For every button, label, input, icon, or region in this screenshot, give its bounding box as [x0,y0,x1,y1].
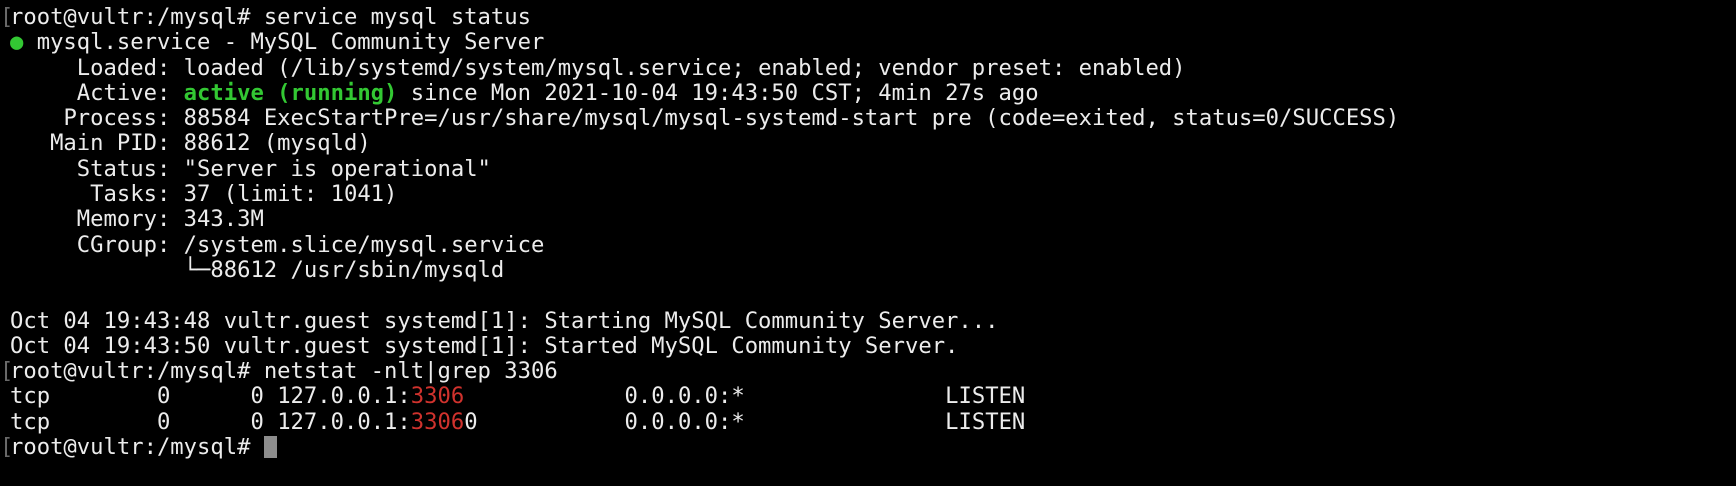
loaded-value: loaded (/lib/systemd/system/mysql.servic… [183,55,1186,81]
process-line: Process: 88584 ExecStartPre=/usr/share/m… [10,104,1399,132]
tasks-value: 37 (limit: 1041) [183,181,398,207]
process-value: 88584 ExecStartPre=/usr/share/mysql/mysq… [183,105,1400,131]
prompt: root@vultr:/mysql# [10,434,251,460]
loaded-line: Loaded: loaded (/lib/systemd/system/mysq… [10,54,1186,82]
status-dot-icon: ● [10,29,24,55]
grep-match: 3306 [410,409,465,435]
process-label: Process: [63,105,171,131]
cgroup-line: CGroup: /system.slice/mysql.service [10,231,545,259]
memory-label: Memory: [76,206,171,232]
netstat-port-rest: 0 [464,409,478,435]
terminal-window[interactable]: [ root@vultr:/mysql# service mysql statu… [0,0,1736,486]
tasks-line: Tasks: 37 (limit: 1041) [10,180,397,208]
cgroup-label: CGroup: [76,232,171,258]
prompt-line-1: root@vultr:/mysql# service mysql status [10,3,531,31]
netstat-foreign-addr: 0.0.0.0:* [624,383,745,409]
journal-line: Oct 04 19:43:48 vultr.guest systemd[1]: … [10,308,999,334]
netstat-local-addr: 127.0.0.1: [277,383,411,409]
prompt-line-3: root@vultr:/mysql# [10,433,277,461]
mainpid-label: Main PID: [50,130,171,156]
netstat-row: tcp 0 0 127.0.0.1:3306 0.0.0.0:* LISTEN [10,382,1025,410]
memory-line: Memory: 343.3M [10,205,264,233]
command-text: service mysql status [263,4,531,30]
netstat-state: LISTEN [945,383,1026,409]
cursor-block[interactable] [263,436,277,458]
memory-value: 343.3M [183,206,264,232]
active-state: active (running) [183,80,398,106]
netstat-state: LISTEN [945,409,1026,435]
tasks-label: Tasks: [90,181,171,207]
cgroup-child-line: └─88612 /usr/sbin/mysqld [10,256,505,284]
netstat-foreign-addr: 0.0.0.0:* [624,409,745,435]
status-line: Status: "Server is operational" [10,155,491,183]
netstat-sendq: 0 [250,409,264,435]
unit-description: mysql.service - MySQL Community Server [36,29,545,55]
netstat-recvq: 0 [156,383,171,409]
cgroup-value: /system.slice/mysql.service [183,232,545,258]
netstat-recvq: 0 [156,409,171,435]
prompt: root@vultr:/mysql# [10,4,251,30]
netstat-row: tcp 0 0 127.0.0.1:33060 0.0.0.0:* LISTEN [10,408,1025,436]
status-label: Status: [76,156,171,182]
mainpid-value: 88612 (mysqld) [183,130,371,156]
mainpid-line: Main PID: 88612 (mysqld) [10,129,371,157]
command-text: netstat -nlt|grep 3306 [263,358,558,384]
status-value: "Server is operational" [183,156,491,182]
active-label: Active: [76,80,171,106]
prompt: root@vultr:/mysql# [10,358,251,384]
journal-line: Oct 04 19:43:50 vultr.guest systemd[1]: … [10,333,959,359]
active-line: Active: active (running) since Mon 2021-… [10,79,1039,107]
prompt-line-2: root@vultr:/mysql# netstat -nlt|grep 330… [10,357,558,385]
loaded-label: Loaded: [76,55,171,81]
cgroup-child: └─88612 /usr/sbin/mysqld [183,257,505,283]
netstat-local-addr: 127.0.0.1: [277,409,411,435]
unit-line: ● mysql.service - MySQL Community Server [10,28,544,56]
netstat-proto: tcp [10,383,51,409]
netstat-sendq: 0 [250,383,264,409]
grep-match: 3306 [410,383,465,409]
active-since: since Mon 2021-10-04 19:43:50 CST; 4min … [410,80,1039,106]
netstat-proto: tcp [10,409,51,435]
